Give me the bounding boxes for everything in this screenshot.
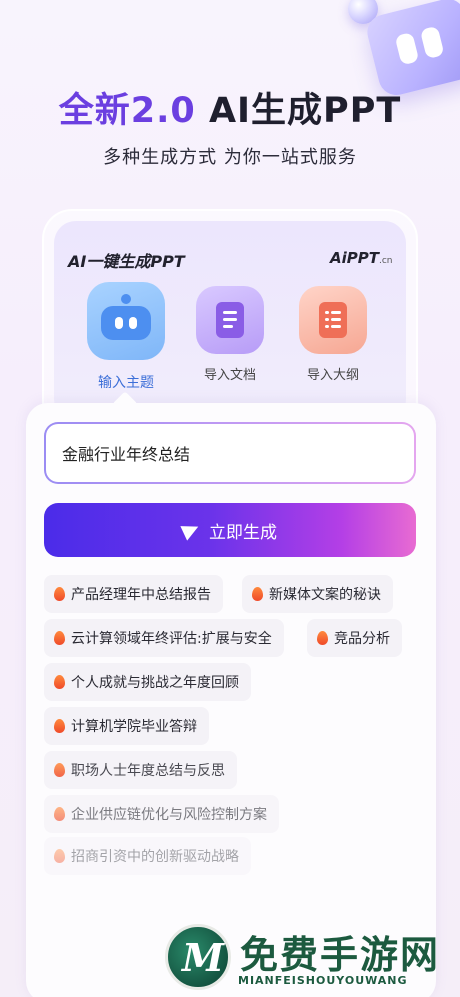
suggestion-label: 企业供应链优化与风险控制方案: [71, 807, 267, 823]
flame-icon: [54, 849, 65, 863]
aippt-logo: AiPPT.cn: [330, 249, 393, 267]
hero-subtitle: 多种生成方式 为你一站式服务: [103, 147, 357, 168]
suggestion-chip[interactable]: 职场人士年度总结与反思: [44, 751, 237, 789]
watermark-text: 免费手游网: [240, 933, 441, 977]
suggestion-chip[interactable]: 产品经理年中总结报告: [44, 575, 223, 613]
suggestion-label: 竞品分析: [334, 631, 390, 647]
suggestion-chip[interactable]: 计算机学院毕业答辩: [44, 707, 209, 745]
logo-suffix: .cn: [378, 256, 393, 266]
decorative-slot: [419, 25, 445, 60]
logo-text: AiPPT: [330, 249, 379, 267]
flame-icon: [54, 587, 65, 601]
suggestion-label: 云计算领域年终评估:扩展与安全: [71, 631, 272, 647]
flame-icon: [54, 719, 65, 733]
send-icon: [180, 519, 202, 541]
mode-input-topic[interactable]: 输入主题: [86, 282, 166, 392]
suggestion-chip[interactable]: 个人成就与挑战之年度回顾: [44, 663, 251, 701]
suggestion-label: 新媒体文案的秘诀: [269, 587, 381, 603]
flame-icon: [252, 587, 263, 601]
suggestion-label: 招商引资中的创新驱动战略: [71, 849, 239, 865]
suggestion-label: 计算机学院毕业答辩: [71, 719, 197, 735]
flame-icon: [317, 631, 328, 645]
topic-input[interactable]: [44, 422, 416, 484]
generate-button[interactable]: 立即生成: [44, 503, 416, 557]
hero-title-accent: 全新2.0: [58, 91, 196, 131]
suggestion-chip[interactable]: 招商引资中的创新驱动战略: [44, 837, 251, 875]
flame-icon: [54, 763, 65, 777]
mode-label: 导入大纲: [306, 368, 359, 383]
suggestion-label: 职场人士年度总结与反思: [71, 763, 225, 779]
suggestion-label: 个人成就与挑战之年度回顾: [71, 675, 239, 691]
suggestion-chip[interactable]: 竞品分析: [307, 619, 402, 657]
watermark-subtext: MIANFEISHOUYOUWANG: [238, 974, 408, 987]
decorative-slot: [394, 31, 420, 66]
mode-import-document[interactable]: 导入文档: [190, 286, 270, 383]
suggestion-chip[interactable]: 新媒体文案的秘诀: [242, 575, 393, 613]
hero-title-rest: AI生成PPT: [195, 91, 402, 131]
flame-icon: [54, 675, 65, 689]
watermark-mark: M: [182, 935, 225, 980]
outline-icon: [299, 286, 367, 354]
card-title: AI一键生成PPT: [68, 252, 185, 271]
mode-label: 输入主题: [98, 375, 154, 391]
generate-button-label: 立即生成: [209, 522, 277, 543]
robot-icon: [87, 282, 165, 360]
mode-import-outline[interactable]: 导入大纲: [293, 286, 373, 383]
suggestion-label: 产品经理年中总结报告: [71, 587, 211, 603]
suggestion-chip[interactable]: 企业供应链优化与风险控制方案: [44, 795, 279, 833]
document-icon: [196, 286, 264, 354]
flame-icon: [54, 631, 65, 645]
mode-label: 导入文档: [203, 368, 256, 383]
watermark-logo: M: [165, 924, 231, 990]
hero-title: 全新2.0 AI生成PPT: [0, 82, 460, 133]
flame-icon: [54, 807, 65, 821]
suggestion-chip[interactable]: 云计算领域年终评估:扩展与安全: [44, 619, 284, 657]
